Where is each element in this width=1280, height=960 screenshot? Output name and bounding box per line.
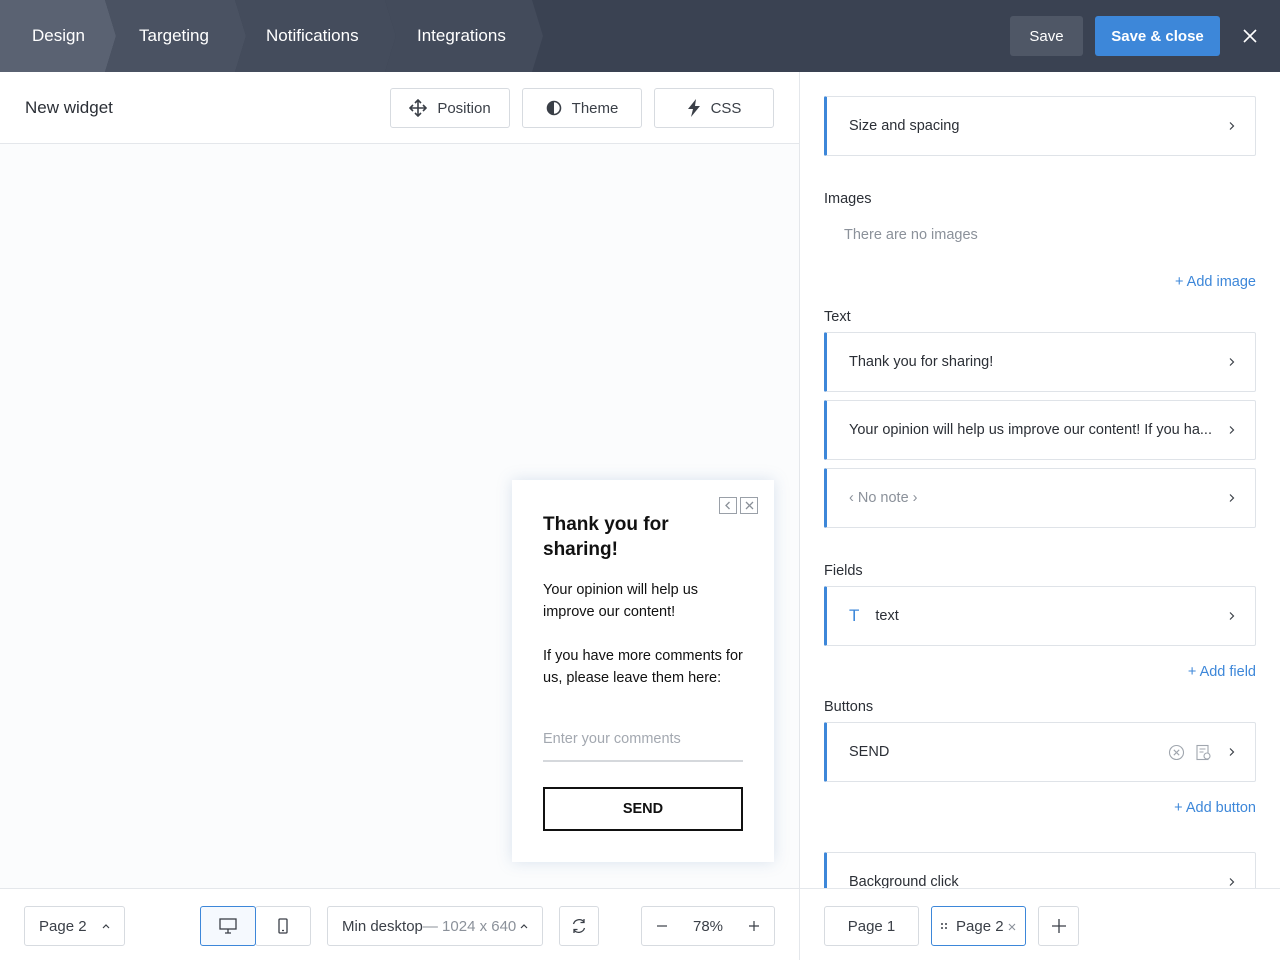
chevron-right-icon xyxy=(1229,878,1235,886)
theme-button[interactable]: Theme xyxy=(522,88,642,128)
widget-preview-popup[interactable]: Thank you for sharing! Your opinion will… xyxy=(512,480,774,862)
text-item[interactable]: ‹ No note › xyxy=(824,468,1256,528)
images-empty-text: There are no images xyxy=(844,227,978,243)
popup-body-text: Your opinion will help us improve our co… xyxy=(543,582,699,620)
button-item-label: SEND xyxy=(849,744,890,760)
chevron-right-icon xyxy=(1229,494,1235,502)
fields-section-label: Fields xyxy=(824,563,863,579)
zoom-control: 78% xyxy=(641,906,775,946)
css-label: CSS xyxy=(710,99,742,117)
page-tab-1[interactable]: Page 1 xyxy=(824,906,919,946)
lightning-icon xyxy=(687,99,700,117)
tab-targeting[interactable]: Targeting xyxy=(139,0,209,72)
rotate-button[interactable] xyxy=(559,906,599,946)
plus-icon xyxy=(1051,919,1066,933)
comments-input[interactable]: Enter your comments xyxy=(543,728,743,762)
tab-design-label: Design xyxy=(32,26,85,45)
close-circle-icon[interactable] xyxy=(1168,744,1185,761)
save-button[interactable]: Save xyxy=(1010,16,1083,56)
chevron-right-icon xyxy=(1229,122,1235,130)
images-section-label: Images xyxy=(824,191,872,207)
field-item[interactable]: T text xyxy=(824,586,1256,646)
add-image-link[interactable]: + Add image xyxy=(1175,274,1256,290)
page-tab-2[interactable]: Page 2 xyxy=(931,906,1026,946)
background-click-label: Background click xyxy=(849,874,959,888)
position-button[interactable]: Position xyxy=(390,88,510,128)
send-button[interactable]: SEND xyxy=(543,787,743,831)
chevron-right-icon xyxy=(1229,426,1235,434)
chevron-right-icon xyxy=(1229,358,1235,366)
editor-header: New widget Position Theme CSS xyxy=(0,72,799,144)
tab-integrations-label: Integrations xyxy=(417,26,506,45)
drag-handle-icon[interactable] xyxy=(940,921,948,931)
desktop-view-toggle[interactable] xyxy=(200,906,256,946)
bottom-bar: Page 2 Min desktop — 1024 x 640 78% Page… xyxy=(0,888,1280,960)
tab-notifications-label: Notifications xyxy=(266,26,359,45)
theme-label: Theme xyxy=(571,99,619,117)
text-item-label: Your opinion will help us improve our co… xyxy=(849,422,1212,438)
widget-title[interactable]: New widget xyxy=(25,98,113,118)
desktop-icon xyxy=(219,918,237,934)
buttons-section-label: Buttons xyxy=(824,699,874,715)
contrast-icon xyxy=(546,100,561,116)
size-and-spacing-item[interactable]: Size and spacing xyxy=(824,96,1256,156)
mobile-view-toggle[interactable] xyxy=(255,906,311,946)
text-item[interactable]: Thank you for sharing! xyxy=(824,332,1256,392)
move-icon xyxy=(409,99,428,117)
size-and-spacing-label: Size and spacing xyxy=(849,118,960,134)
chevron-right-icon xyxy=(1229,748,1235,756)
form-icon[interactable] xyxy=(1195,744,1212,761)
tab-notifications[interactable]: Notifications xyxy=(266,0,359,72)
chevron-right-icon xyxy=(1229,612,1235,620)
save-and-close-button[interactable]: Save & close xyxy=(1095,16,1220,56)
chevron-up-icon xyxy=(102,924,110,929)
button-item[interactable]: SEND xyxy=(824,722,1256,782)
text-section-label: Text xyxy=(824,309,851,325)
text-item-label: ‹ No note › xyxy=(849,490,918,506)
top-bar: Design Targeting Notifications Integrati… xyxy=(0,0,1280,72)
rotate-icon xyxy=(572,919,586,933)
popup-title: Thank you for sharing! xyxy=(543,514,669,560)
chevron-up-icon xyxy=(520,924,528,929)
tab-design[interactable]: Design xyxy=(32,0,85,72)
page-tab-label: Page 1 xyxy=(847,917,896,935)
page-select[interactable]: Page 2 xyxy=(24,906,125,946)
close-icon[interactable] xyxy=(1008,923,1016,931)
viewport-select[interactable]: Min desktop — 1024 x 640 xyxy=(327,906,543,946)
page-select-value: Page 2 xyxy=(39,917,87,935)
position-label: Position xyxy=(437,99,491,117)
text-field-icon: T xyxy=(849,606,860,625)
tab-integrations[interactable]: Integrations xyxy=(417,0,506,72)
viewport-size: — 1024 x 640 xyxy=(422,917,517,935)
popup-body-text-2: If you have more comments for us, please… xyxy=(543,648,743,686)
text-item-label: Thank you for sharing! xyxy=(849,354,994,370)
background-click-item[interactable]: Background click xyxy=(824,852,1256,888)
zoom-in-icon[interactable] xyxy=(746,918,762,934)
css-button[interactable]: CSS xyxy=(654,88,774,128)
settings-sidebar: Size and spacing Images There are no ima… xyxy=(800,72,1280,888)
add-page-button[interactable] xyxy=(1038,906,1079,946)
viewport-label: Min desktop xyxy=(342,917,423,935)
close-icon[interactable] xyxy=(1238,24,1262,48)
text-item[interactable]: Your opinion will help us improve our co… xyxy=(824,400,1256,460)
tab-targeting-label: Targeting xyxy=(139,26,209,45)
bottom-divider xyxy=(799,889,800,960)
add-button-link[interactable]: + Add button xyxy=(1174,800,1256,816)
mobile-icon xyxy=(278,918,288,934)
page-tab-label: Page 2 xyxy=(956,917,1004,935)
field-item-label: text xyxy=(875,608,899,624)
add-field-link[interactable]: + Add field xyxy=(1188,664,1256,680)
